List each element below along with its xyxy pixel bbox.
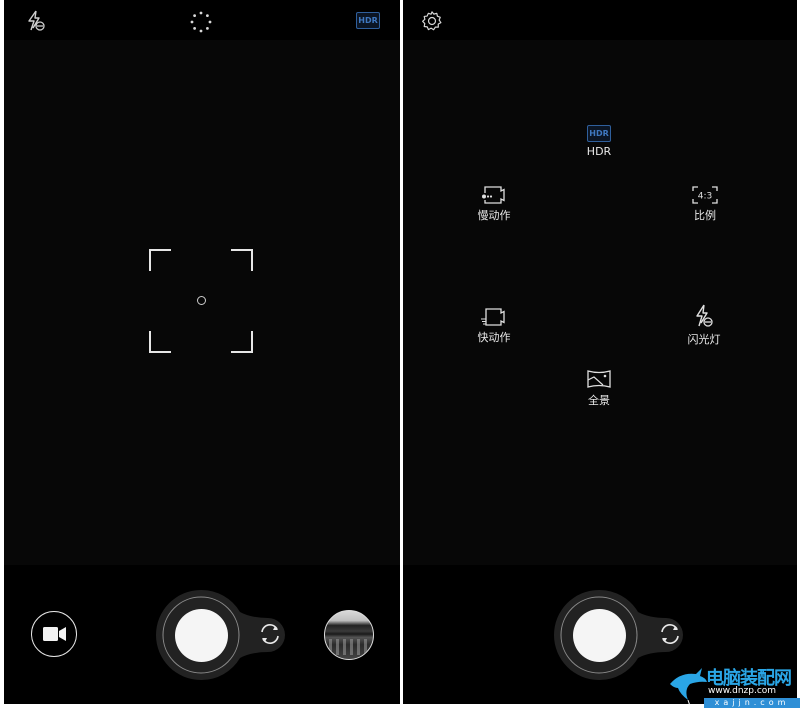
focus-frame-icon xyxy=(149,249,253,353)
mode-label: 慢动作 xyxy=(477,209,511,222)
flash-off-icon[interactable] xyxy=(26,10,46,32)
video-camera-icon xyxy=(43,627,66,641)
watermark-url: www.dnzp.com xyxy=(708,686,777,696)
hdr-badge[interactable]: HDR xyxy=(356,12,380,29)
hdr-icon: HDR xyxy=(587,125,611,142)
shark-logo-icon xyxy=(670,668,707,706)
mode-panorama[interactable]: 全景 xyxy=(564,369,634,408)
panorama-icon xyxy=(587,370,611,388)
focus-corner-bottom-left xyxy=(149,331,171,353)
live-photo-icon[interactable] xyxy=(190,11,212,33)
mode-label: 快动作 xyxy=(477,331,511,344)
viewfinder[interactable] xyxy=(403,40,797,565)
mode-flash[interactable]: 闪光灯 xyxy=(669,304,739,347)
aspect-ratio-icon: 4:3 xyxy=(692,186,718,204)
watermark: 电脑装配网 www.dnzp.com xajjn.com xyxy=(668,662,800,708)
switch-camera-icon[interactable] xyxy=(259,623,281,645)
mode-label: 全景 xyxy=(588,394,610,407)
video-mode-button[interactable] xyxy=(31,611,77,657)
shutter-button[interactable] xyxy=(573,609,626,662)
focus-point xyxy=(197,296,206,305)
camera-viewfinder-screen: HDR xyxy=(4,0,400,704)
watermark-url-secondary: xajjn.com xyxy=(704,698,800,708)
gallery-thumbnail[interactable] xyxy=(324,610,374,660)
switch-camera-icon[interactable] xyxy=(659,623,681,645)
top-toolbar: HDR xyxy=(4,0,400,40)
camera-modes-screen: HDR HDR 慢动作 4:3 比例 快动作 闪光灯 全景 xyxy=(403,0,797,704)
shutter-button[interactable] xyxy=(175,609,228,662)
aspect-ratio-badge: 4:3 xyxy=(698,192,712,202)
mode-slow-motion[interactable]: 慢动作 xyxy=(459,186,529,223)
bottom-controls xyxy=(4,565,400,704)
mode-label: HDR xyxy=(586,145,612,158)
time-lapse-icon xyxy=(481,308,505,326)
focus-corner-top-left xyxy=(149,249,171,271)
focus-corner-top-right xyxy=(231,249,253,271)
gear-icon[interactable] xyxy=(421,10,443,32)
mode-label: 闪光灯 xyxy=(687,333,721,346)
mode-aspect-ratio[interactable]: 4:3 比例 xyxy=(670,186,740,223)
flash-off-icon xyxy=(696,304,713,327)
mode-time-lapse[interactable]: 快动作 xyxy=(459,308,529,345)
top-toolbar xyxy=(403,0,797,40)
mode-label: 比例 xyxy=(694,209,716,222)
thumbnail-image xyxy=(329,639,369,655)
mode-hdr[interactable]: HDR HDR xyxy=(564,125,634,158)
focus-corner-bottom-right xyxy=(231,331,253,353)
slow-motion-icon xyxy=(482,186,505,204)
